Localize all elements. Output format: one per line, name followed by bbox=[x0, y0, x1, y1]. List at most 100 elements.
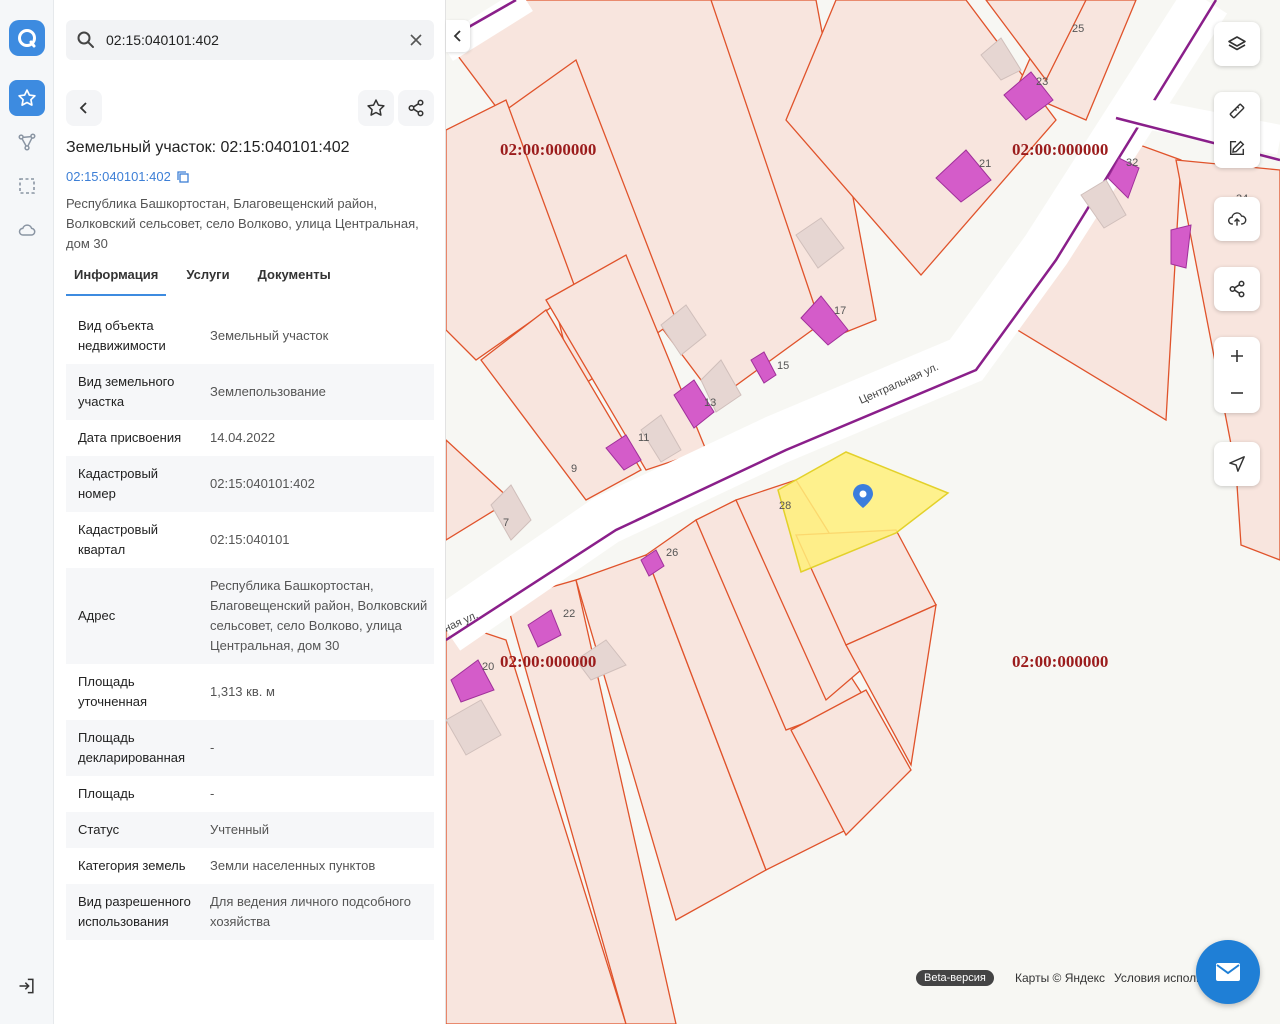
row-key: Статус bbox=[78, 822, 120, 837]
house-number: 28 bbox=[779, 500, 791, 512]
navigation-arrow-icon bbox=[1229, 456, 1245, 472]
page-title: Земельный участок: 02:15:040101:402 bbox=[66, 139, 350, 156]
table-row: Площадь уточненная 1,313 кв. м bbox=[66, 664, 434, 720]
cloud-icon[interactable] bbox=[9, 212, 45, 248]
row-value: 1,313 кв. м bbox=[210, 684, 275, 699]
table-row: Адрес Республика Башкортостан, Благовещен… bbox=[66, 568, 434, 664]
row-value: Земли населенных пунктов bbox=[210, 858, 376, 873]
collapse-panel-button[interactable] bbox=[446, 20, 470, 52]
house-number: 13 bbox=[704, 397, 716, 409]
zoom-out-button[interactable] bbox=[1214, 374, 1260, 411]
table-row: Вид земельного участка Землепользование bbox=[66, 364, 434, 420]
row-key: Кадастровый квартал bbox=[78, 522, 159, 557]
minus-icon bbox=[1231, 391, 1243, 394]
row-key: Категория земель bbox=[78, 858, 186, 873]
selection-icon[interactable] bbox=[9, 168, 45, 204]
row-key: Дата присвоения bbox=[78, 430, 182, 445]
map-share-button[interactable] bbox=[1214, 267, 1260, 311]
table-row: Кадастровый квартал 02:15:040101 bbox=[66, 512, 434, 568]
row-key: Площадь bbox=[78, 786, 135, 801]
quarter-label: 02:00:000000 bbox=[1012, 140, 1109, 159]
row-key: Вид земельного участка bbox=[78, 374, 175, 409]
star-icon[interactable] bbox=[9, 80, 45, 116]
share-button[interactable] bbox=[398, 90, 434, 126]
route-icon[interactable] bbox=[9, 124, 45, 160]
row-value: - bbox=[210, 786, 215, 801]
upload-button[interactable] bbox=[1214, 197, 1260, 241]
mail-icon bbox=[1216, 963, 1240, 981]
house-number: 26 bbox=[666, 547, 678, 559]
table-row: Дата присвоения 14.04.2022 bbox=[66, 420, 434, 456]
house-number: 9 bbox=[571, 463, 577, 475]
copy-icon[interactable] bbox=[177, 170, 189, 183]
house-number: 22 bbox=[563, 608, 575, 620]
row-value: Земельный участок bbox=[210, 328, 329, 343]
cadastral-number-text[interactable]: 02:15:040101:402 bbox=[66, 169, 171, 184]
share-icon bbox=[1229, 280, 1245, 298]
tab-documents[interactable]: Документы bbox=[250, 262, 339, 296]
info-table: Вид объекта недвижимости Земельный участо… bbox=[66, 308, 434, 940]
edit-button[interactable] bbox=[1214, 129, 1260, 166]
search-input[interactable] bbox=[106, 28, 396, 52]
house-number: 25 bbox=[1072, 23, 1084, 35]
parcel bbox=[446, 439, 513, 541]
table-row: Кадастровый номер 02:15:040101:402 bbox=[66, 456, 434, 512]
house-number: 20 bbox=[482, 661, 494, 673]
star-outline-icon bbox=[367, 99, 385, 116]
tools-group bbox=[1214, 92, 1260, 168]
back-button[interactable] bbox=[66, 90, 102, 126]
tab-services[interactable]: Услуги bbox=[178, 262, 237, 296]
left-rail bbox=[0, 0, 54, 1024]
object-address: Республика Башкортостан, Благовещенский … bbox=[66, 196, 419, 251]
table-row: Площадь декларированная - bbox=[66, 720, 434, 776]
row-key: Площадь декларированная bbox=[78, 730, 186, 765]
close-icon[interactable] bbox=[406, 30, 426, 50]
logout-icon[interactable] bbox=[9, 968, 45, 1004]
row-value: - bbox=[210, 740, 215, 755]
beta-badge: Beta-версия bbox=[916, 970, 994, 986]
feedback-button[interactable] bbox=[1196, 940, 1260, 1004]
table-row: Статус Учтенный bbox=[66, 812, 434, 848]
ruler-icon bbox=[1229, 103, 1245, 118]
row-key: Кадастровый номер bbox=[78, 466, 159, 501]
search-bar bbox=[66, 20, 434, 60]
map-credits[interactable]: Карты © Яндекс bbox=[1015, 971, 1105, 985]
layers-button[interactable] bbox=[1214, 22, 1260, 66]
favorite-button[interactable] bbox=[358, 90, 394, 126]
search-icon bbox=[76, 30, 96, 50]
app-logo-icon[interactable] bbox=[9, 20, 45, 56]
row-key: Вид объекта недвижимости bbox=[78, 318, 166, 353]
upload-cloud-icon bbox=[1228, 212, 1247, 226]
row-value: Землепользование bbox=[210, 384, 326, 399]
building bbox=[1170, 224, 1192, 269]
house-number: 15 bbox=[777, 360, 789, 372]
ruler-button[interactable] bbox=[1214, 92, 1260, 129]
edit-icon bbox=[1229, 140, 1245, 155]
map-canvas[interactable]: 25 23 21 32 34 17 15 13 11 9 7 28 26 22 … bbox=[446, 0, 1280, 1024]
table-row: Площадь - bbox=[66, 776, 434, 812]
house-number: 11 bbox=[638, 432, 649, 444]
row-value: Республика Башкортостан, Благовещенский … bbox=[210, 578, 428, 653]
quarter-label: 02:00:000000 bbox=[1012, 652, 1109, 671]
chevron-left-icon bbox=[79, 102, 87, 114]
geolocation-button[interactable] bbox=[1214, 442, 1260, 486]
cadastral-number-link[interactable]: 02:15:040101:402 bbox=[66, 169, 189, 184]
row-key: Вид разрешенного использования bbox=[78, 894, 191, 929]
row-key: Площадь уточненная bbox=[78, 674, 148, 709]
row-value: 02:15:040101:402 bbox=[210, 476, 315, 491]
zoom-in-button[interactable] bbox=[1214, 337, 1260, 374]
layers-icon bbox=[1228, 36, 1246, 51]
house-number: 7 bbox=[503, 517, 509, 529]
tab-information[interactable]: Информация bbox=[66, 262, 167, 296]
table-row: Вид разрешенного использования Для ведени… bbox=[66, 884, 434, 940]
zoom-controls bbox=[1214, 337, 1260, 413]
quarter-label: 02:00:000000 bbox=[500, 652, 597, 671]
chevron-left-icon bbox=[453, 30, 461, 42]
tabs: Информация Услуги Документы bbox=[66, 262, 351, 296]
share-icon bbox=[408, 99, 424, 117]
table-row: Категория земель Земли населенных пунктов bbox=[66, 848, 434, 884]
house-number: 32 bbox=[1126, 157, 1138, 169]
info-panel: Земельный участок: 02:15:040101:402 02:1… bbox=[54, 0, 446, 1024]
quarter-label: 02:00:000000 bbox=[500, 140, 597, 159]
house-number: 21 bbox=[979, 158, 991, 170]
